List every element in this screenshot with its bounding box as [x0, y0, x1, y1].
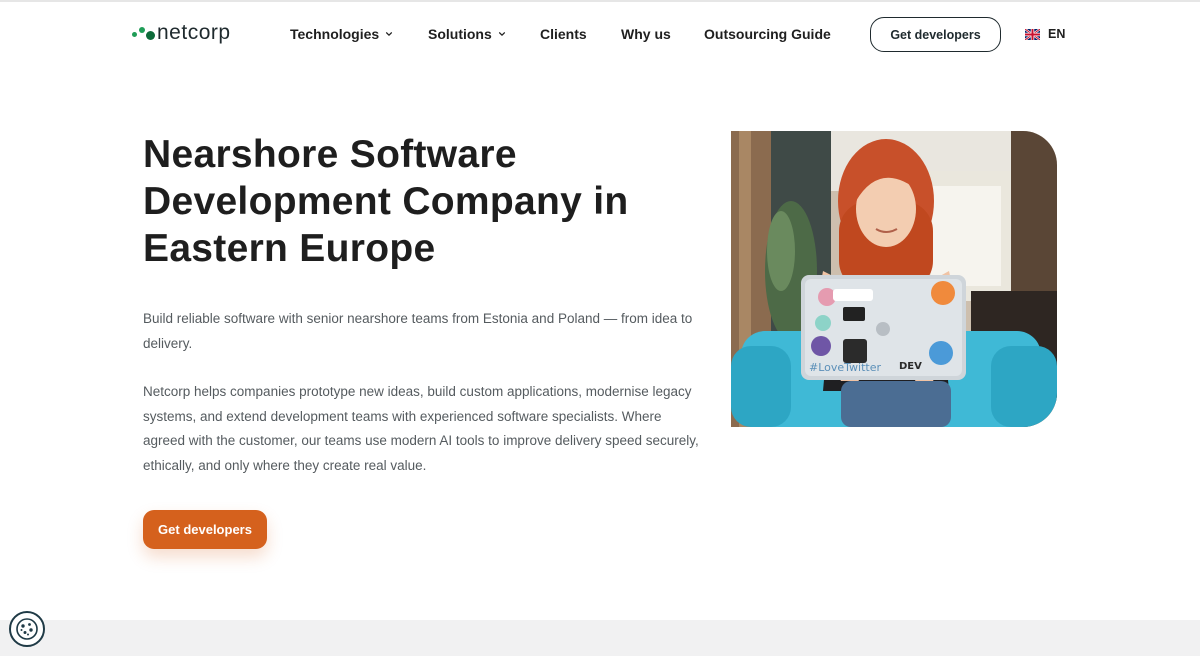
nav-item-solutions[interactable]: Solutions — [428, 26, 506, 42]
nav-item-technologies[interactable]: Technologies — [290, 26, 393, 42]
get-developers-hero-button[interactable]: Get developers — [143, 510, 267, 549]
language-code: EN — [1048, 27, 1066, 41]
hero-intro-paragraph: Build reliable software with senior near… — [143, 311, 693, 351]
logo-text: netcorp — [157, 21, 231, 44]
cookie-settings-button[interactable] — [9, 611, 45, 647]
language-selector[interactable]: EN — [1025, 27, 1065, 41]
nav-item-label: Technologies — [290, 26, 380, 42]
hero-photo: #LoveTwitter DEV — [731, 131, 1057, 427]
hero-title: Nearshore Software Development Company i… — [143, 133, 629, 270]
chevron-down-icon — [498, 32, 505, 36]
nav-item-label: Solutions — [428, 26, 492, 42]
cookie-icon — [16, 618, 38, 640]
nav-item-label: Outsourcing Guide — [704, 26, 831, 42]
nav-item-label: Clients — [540, 26, 587, 42]
nav-item-why-us[interactable]: Why us — [621, 26, 671, 42]
uk-flag-icon — [1025, 28, 1040, 40]
main-nav: netcorp Technologies Solutions Clients W… — [0, 16, 1200, 54]
top-border — [0, 0, 1200, 2]
nav-item-clients[interactable]: Clients — [540, 26, 587, 42]
get-developers-nav-button[interactable]: Get developers — [870, 17, 1001, 52]
next-section-band — [0, 620, 1200, 656]
laptop-sticker-dev: DEV — [899, 361, 922, 372]
laptop-sticker-text: #LoveTwitter — [809, 361, 882, 374]
page: netcorp Technologies Solutions Clients W… — [0, 0, 1200, 656]
nav-item-outsourcing-guide[interactable]: Outsourcing Guide — [704, 26, 831, 42]
hero-description-paragraph: Netcorp helps companies prototype new id… — [143, 384, 699, 473]
three-dots-logo-icon — [131, 23, 157, 43]
nav-item-label: Why us — [621, 26, 671, 42]
chevron-down-icon — [386, 32, 393, 36]
netcorp-logo[interactable]: netcorp — [131, 21, 231, 45]
